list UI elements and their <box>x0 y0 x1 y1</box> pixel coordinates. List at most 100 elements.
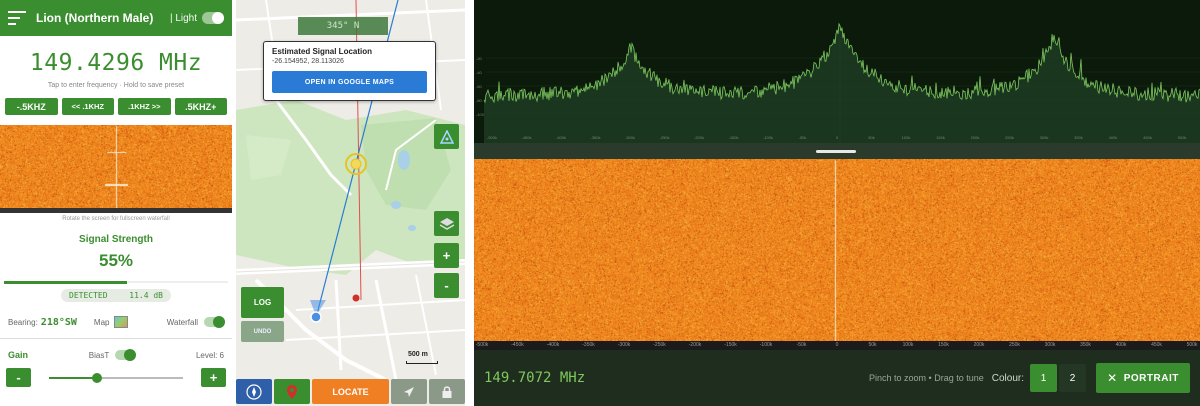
signal-strength-label: Signal Strength <box>79 234 153 245</box>
axis-tick-label: -300k <box>617 342 631 348</box>
light-toggle[interactable] <box>202 12 224 24</box>
mini-waterfall[interactable] <box>0 125 232 208</box>
triangle-icon <box>439 129 454 144</box>
zoom-out-button[interactable]: - <box>434 273 459 298</box>
map-bottom-bar: LOCATE <box>236 379 465 406</box>
biast-label: BiasT <box>88 350 110 360</box>
portrait-button[interactable]: ✕ PORTRAIT <box>1096 363 1190 393</box>
axis-tick-label: 400k <box>1115 342 1127 348</box>
spectrum-area[interactable]: -20 -40 -60 -80 -100 -500k -450k -400k -350k -300… <box>474 0 1200 143</box>
axis-tick-label: -150k <box>724 342 737 348</box>
portrait-label: PORTRAIT <box>1123 372 1179 384</box>
lock-icon <box>442 385 452 398</box>
navigation-arrow-icon <box>404 386 414 397</box>
bearing-label: Bearing: <box>8 317 38 327</box>
lock-button[interactable] <box>429 379 465 404</box>
biast-toggle[interactable] <box>115 349 137 361</box>
spectrum-tick-label: 200k <box>971 135 980 140</box>
undo-button[interactable]: UNDO <box>241 321 284 342</box>
axis-tick-label: 50k <box>868 342 877 348</box>
step-plus-100-button[interactable]: .1KHZ >> <box>118 98 171 115</box>
spectrum-tick-label: 250k <box>1005 135 1014 140</box>
rotate-hint: Rotate the screen for fullscreen waterfa… <box>62 216 170 222</box>
gain-slider[interactable] <box>49 372 183 383</box>
gain-minus-button[interactable]: - <box>6 368 31 387</box>
bearing-chip: 345° N <box>298 17 388 35</box>
gain-row: Gain BiasT Level: 6 <box>0 348 232 362</box>
map-icon[interactable] <box>114 316 129 328</box>
step-minus-100-button[interactable]: << .1KHZ <box>61 98 114 115</box>
close-icon: ✕ <box>1107 371 1118 385</box>
axis-tick-label: 300k <box>1044 342 1056 348</box>
mini-waterfall-axis <box>0 208 232 213</box>
app-header: Lion (Northern Male) | Light <box>0 0 232 36</box>
compass-icon <box>246 383 262 400</box>
map-panel: 345° N Estimated Signal Location -26.154… <box>236 0 465 406</box>
db-tick-label: -20 <box>476 56 483 61</box>
open-google-maps-button[interactable]: OPEN IN GOOGLE MAPS <box>272 71 427 93</box>
compass-mode-button[interactable] <box>434 124 459 149</box>
scale-bar <box>406 361 438 364</box>
axis-tick-label: -50k <box>796 342 807 348</box>
spectrum-tick-label: -400k <box>556 135 566 140</box>
receiver-panel: Lion (Northern Male) | Light 149.4296 MH… <box>0 0 232 406</box>
spectrum-tick-label: 450k <box>1143 135 1152 140</box>
spectrum-tick-label: -300k <box>625 135 635 140</box>
pin-button[interactable] <box>274 379 310 404</box>
step-plus-500-button[interactable]: .5KHZ+ <box>174 98 227 115</box>
step-buttons: -.5KHZ << .1KHZ .1KHZ >> .5KHZ+ <box>0 98 232 115</box>
colour-2-button[interactable]: 2 <box>1059 364 1086 392</box>
axis-tick-label: -100k <box>759 342 773 348</box>
spectrum-plot[interactable]: -20 -40 -60 -80 -100 -500k -450k -400k -350k -300… <box>474 0 1200 143</box>
popup-title: Estimated Signal Location <box>272 47 373 56</box>
spectrum-tick-label: 300k <box>1040 135 1049 140</box>
spectrum-tick-label: -200k <box>694 135 704 140</box>
axis-tick-label: 350k <box>1080 342 1091 348</box>
spectrum-tick-label: 500k <box>1178 135 1187 140</box>
axis-tick-label: 0 <box>835 342 839 348</box>
layers-icon <box>439 217 454 230</box>
layers-button[interactable] <box>434 211 459 236</box>
frequency-axis: -500k -450k -400k -350k -300k -250k -200k -150k… <box>474 341 1200 350</box>
gain-plus-button[interactable]: + <box>201 368 226 387</box>
colour-1-button[interactable]: 1 <box>1030 364 1057 392</box>
navigation-button[interactable] <box>391 379 427 404</box>
waterfall-canvas[interactable] <box>474 159 1200 341</box>
app-title: Lion (Northern Male) <box>36 11 154 25</box>
gain-slider-row: - + <box>0 368 232 387</box>
menu-icon[interactable] <box>8 11 26 25</box>
frequency-display[interactable]: 149.4296 MHz <box>0 50 232 76</box>
colour-label: Colour: <box>991 372 1024 384</box>
step-minus-500-button[interactable]: -.5KHZ <box>5 98 58 115</box>
divider <box>0 338 232 339</box>
waterfall-controls: 149.7072 MHz Pinch to zoom • Drag to tun… <box>474 350 1200 406</box>
frequency-hint: Tap to enter frequency · Hold to save pr… <box>47 82 185 89</box>
axis-tick-label: 200k <box>973 342 985 348</box>
axis-tick-label: -450k <box>511 342 524 348</box>
resize-handle[interactable] <box>816 150 856 153</box>
spectrum-tick-label: -450k <box>521 135 531 140</box>
popup-coordinates: -26.154952, 28.113026 <box>272 58 344 65</box>
gain-slider-knob[interactable] <box>92 372 103 383</box>
axis-tick-label: 100k <box>902 342 914 348</box>
gain-label: Gain <box>8 350 29 360</box>
db-tick-label: -100 <box>476 112 485 117</box>
waterfall-toggle[interactable] <box>204 316 225 328</box>
detected-value: 11.4 dB <box>129 291 163 300</box>
db-tick-label: -80 <box>476 98 483 103</box>
spectrum-tick-label: 150k <box>936 135 945 140</box>
zoom-in-button[interactable]: + <box>434 243 459 268</box>
gain-slider-fill <box>49 376 98 379</box>
axis-tick-label: 500k <box>1186 342 1198 348</box>
spectrum-tick-label: -50k <box>799 135 807 140</box>
axis-tick-label: 150k <box>938 342 949 348</box>
locate-button[interactable]: LOCATE <box>312 379 389 404</box>
spectrum-tick-label: -350k <box>590 135 600 140</box>
fullscreen-waterfall-panel: -20 -40 -60 -80 -100 -500k -450k -400k -350k -300… <box>474 0 1200 406</box>
db-tick-label: -40 <box>476 70 483 75</box>
waterfall-frequency[interactable]: 149.7072 MHz <box>484 370 869 386</box>
log-button[interactable]: LOG <box>241 287 284 318</box>
signal-strength-track <box>4 281 228 284</box>
compass-button[interactable] <box>236 379 272 404</box>
signal-strength-bar <box>4 281 128 284</box>
